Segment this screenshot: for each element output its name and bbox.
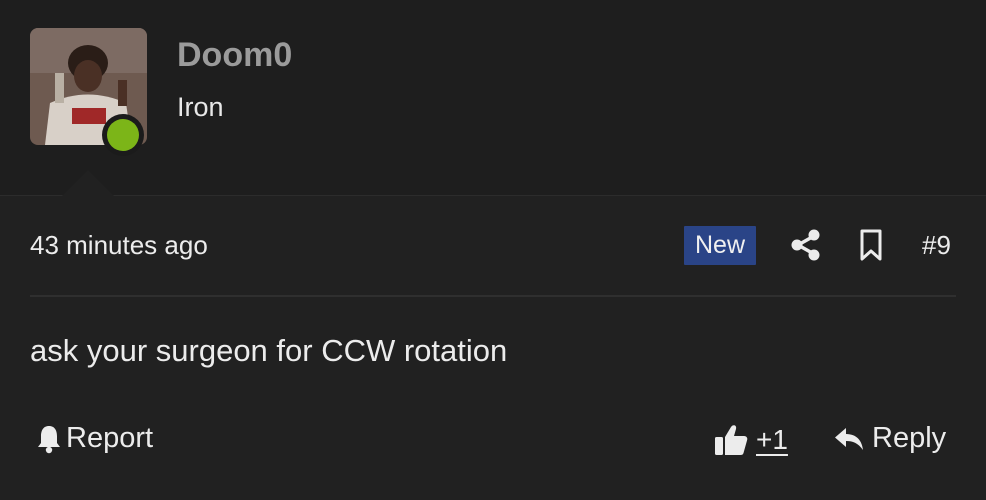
reply-arrow-icon <box>835 427 863 450</box>
post-author-header: Doom0 Iron <box>0 0 986 196</box>
like-button[interactable] <box>714 423 748 462</box>
post-body: ask your surgeon for CCW rotation <box>30 333 508 368</box>
post-meta-row: 43 minutes ago New #9 <box>30 222 956 268</box>
share-icon <box>791 229 820 261</box>
reply-label: Reply <box>872 422 947 454</box>
bookmark-icon <box>860 229 882 261</box>
bookmark-button[interactable] <box>859 228 883 262</box>
bell-icon <box>38 425 60 453</box>
divider <box>30 295 956 297</box>
report-button[interactable]: Report <box>36 422 153 455</box>
share-button[interactable] <box>790 228 822 262</box>
post-timestamp[interactable]: 43 minutes ago <box>30 230 208 261</box>
post-number-link[interactable]: #9 <box>922 230 951 261</box>
online-status-indicator <box>102 114 144 156</box>
reply-button[interactable]: Reply <box>834 422 946 455</box>
report-label: Report <box>66 422 154 454</box>
like-count[interactable]: +1 <box>756 424 788 456</box>
user-title: Iron <box>177 92 224 122</box>
post-actions: Report +1 Reply <box>30 420 956 464</box>
header-pointer <box>62 170 114 196</box>
thumbs-up-icon <box>715 425 748 455</box>
username-link[interactable]: Doom0 <box>177 36 292 75</box>
new-badge: New <box>684 226 757 265</box>
